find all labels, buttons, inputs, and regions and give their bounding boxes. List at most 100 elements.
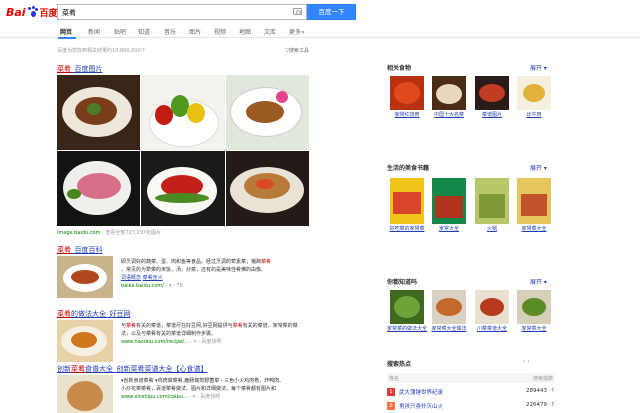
result-title-xinshipu[interactable]: 创新菜肴食谱大全_创新菜肴菜谱大全【心食谱】 bbox=[57, 364, 208, 374]
recipe-label[interactable]: 家常菜大全做法 bbox=[429, 326, 469, 332]
tab-map[interactable]: 地图 bbox=[239, 27, 251, 36]
baike-link[interactable]: 菜肴含义 bbox=[143, 275, 163, 281]
see-all-images-link[interactable]: - 查看全部727,297张图片 bbox=[102, 230, 161, 236]
result-count: 百度为您找到相关结果约10,800,000个 bbox=[57, 48, 146, 54]
search-query: 菜肴 bbox=[62, 9, 76, 17]
book-cover[interactable] bbox=[432, 178, 466, 224]
related-food-title: 相关食物 bbox=[387, 65, 412, 72]
camera-icon[interactable] bbox=[293, 8, 302, 15]
book-label[interactable]: 家常大全 bbox=[429, 226, 469, 232]
book-cover[interactable] bbox=[517, 178, 551, 224]
tab-music[interactable]: 音乐 bbox=[164, 27, 176, 36]
tab-zhidao[interactable]: 知道 bbox=[138, 27, 150, 36]
related-food-label[interactable]: 中国十大名菜 bbox=[429, 112, 469, 118]
baike-thumbnail[interactable] bbox=[57, 256, 113, 298]
expand-related-food[interactable]: 展开 ▾ bbox=[530, 63, 547, 72]
title-text: _百度图片 bbox=[71, 65, 103, 73]
result-url: www.xinshipu.com/caipu... bbox=[121, 394, 188, 400]
recipe-label[interactable]: 川菜菜谱大全 bbox=[472, 326, 512, 332]
tab-tieba[interactable]: 贴吧 bbox=[114, 27, 126, 36]
hot-search-title: 搜索热点 bbox=[387, 361, 412, 368]
hot-search-header: 排名 搜索指数 bbox=[387, 373, 555, 383]
hot-search-row[interactable]: 2 男孩只身扑灭山火 226479 ↑ bbox=[387, 401, 555, 413]
title-keyword: 菜肴 bbox=[57, 310, 71, 318]
book-cover[interactable] bbox=[475, 178, 509, 224]
cache-link[interactable]: - ▾ - 百度快照 bbox=[189, 394, 220, 400]
header: Bai 百度 菜肴 百度一下 bbox=[0, 0, 640, 24]
hot-search-nav[interactable]: ‹ › bbox=[523, 358, 530, 365]
book-label[interactable]: 火锅 bbox=[472, 226, 512, 232]
dish-image[interactable] bbox=[57, 75, 141, 150]
xinshipu-snippet: ▾创新食谱菜肴 ▾鸡肉做菜肴,鹿肠做煎野菌菜 - 三色小火鸡肉卷，炸鸭肉、 小炒… bbox=[121, 377, 307, 401]
recipe-image[interactable] bbox=[432, 290, 466, 324]
recipe-image[interactable] bbox=[475, 290, 509, 324]
arrow-up-icon: ↑ bbox=[550, 402, 555, 408]
cache-link[interactable]: - ▾ - 百度快照 bbox=[191, 339, 222, 345]
hot-search-row[interactable]: 1 武大蒲锤世界纪录 289443 ↑ bbox=[387, 387, 555, 399]
url-arrow[interactable]: - ▾ - 76 bbox=[166, 283, 183, 289]
dish-image[interactable] bbox=[141, 151, 225, 226]
related-food-label[interactable]: 菜谱图片 bbox=[472, 112, 512, 118]
recipe-label[interactable]: 家常菜的做法大全 bbox=[387, 326, 427, 332]
logo-text-left: Bai bbox=[6, 5, 26, 19]
tab-images[interactable]: 图片 bbox=[189, 27, 201, 36]
tab-bar: 网页 新闻 贴吧 知道 音乐 图片 视频 地图 文库 更多» bbox=[0, 24, 640, 38]
tab-more[interactable]: 更多» bbox=[289, 27, 305, 36]
baidu-logo[interactable]: Bai 百度 bbox=[6, 4, 58, 20]
haodou-snippet: 与菜肴有关的菜谱，菜谱尽在好豆网,好豆网提供与菜肴有关的菜谱，家常菜的做法，以及… bbox=[121, 322, 307, 346]
snippet-keyword: 菜肴 bbox=[126, 323, 137, 329]
index-header: 搜索指数 bbox=[532, 376, 553, 382]
book-cover[interactable] bbox=[390, 178, 424, 224]
search-tools-label: 搜索工具 bbox=[288, 48, 309, 54]
title-keyword: 菜肴 bbox=[57, 246, 71, 254]
image-grid bbox=[57, 75, 309, 226]
recipe-image[interactable] bbox=[517, 290, 551, 324]
expand-books[interactable]: 展开 ▾ bbox=[530, 163, 547, 172]
baike-link[interactable]: 词语概念 bbox=[121, 275, 141, 281]
related-food-label[interactable]: 炒牛肉 bbox=[514, 112, 554, 118]
title-keyword: 菜肴 bbox=[57, 65, 71, 73]
dish-image[interactable] bbox=[141, 75, 225, 150]
tab-news[interactable]: 新闻 bbox=[88, 27, 100, 36]
tab-video[interactable]: 视频 bbox=[214, 27, 226, 36]
result-title-haodou[interactable]: 菜肴的做法大全_好豆网 bbox=[57, 309, 131, 319]
hot-search-text[interactable]: 武大蒲锤世界纪录 bbox=[399, 388, 443, 396]
search-index: 289443 bbox=[526, 388, 547, 394]
result-url: www.haodou.com/recipe/... bbox=[121, 339, 189, 345]
result-url: baike.baidu.com/ bbox=[121, 283, 164, 289]
search-input[interactable]: 菜肴 bbox=[57, 4, 307, 20]
xinshipu-thumbnail[interactable] bbox=[57, 375, 113, 413]
tab-web[interactable]: 网页 bbox=[60, 27, 72, 36]
recipe-image[interactable] bbox=[390, 290, 424, 324]
related-food-image[interactable] bbox=[517, 76, 551, 110]
snippet-text: 即烹调好的蔬菜、蛋、肉和鱼等食品。经过烹调的荤素菜；猪蹄 bbox=[121, 259, 262, 265]
related-food-image[interactable] bbox=[475, 76, 509, 110]
related-food-image[interactable] bbox=[432, 76, 466, 110]
paw-icon bbox=[27, 6, 39, 18]
snippet-text: ▾创新食谱菜肴 ▾鸡肉做菜肴,鹿肠做煎野菌菜 - 三色小火鸡肉卷，炸鸭肉、 bbox=[121, 378, 285, 384]
recipe-label[interactable]: 家常菜大全 bbox=[514, 326, 554, 332]
book-label[interactable]: 好吃菜的家常菜 bbox=[387, 226, 427, 232]
dish-image[interactable] bbox=[225, 75, 309, 150]
did-you-know-title: 你都知道吗 bbox=[387, 279, 418, 286]
rank-badge: 2 bbox=[387, 402, 395, 410]
expand-did-you-know[interactable]: 展开 ▾ bbox=[530, 277, 547, 286]
result-title-images[interactable]: 菜肴_百度图片 bbox=[57, 64, 103, 74]
haodou-thumbnail[interactable] bbox=[57, 320, 113, 362]
arrow-up-icon: ↑ bbox=[550, 388, 555, 394]
search-button[interactable]: 百度一下 bbox=[307, 4, 356, 20]
related-food-image[interactable] bbox=[390, 76, 424, 110]
dish-image[interactable] bbox=[225, 151, 309, 226]
search-index: 226479 bbox=[526, 402, 547, 408]
title-keyword: 菜肴 bbox=[71, 365, 85, 373]
url-text: image.baidu.com bbox=[57, 230, 101, 236]
result-title-baike[interactable]: 菜肴_百度百科 bbox=[57, 245, 103, 255]
tab-wenku[interactable]: 文库 bbox=[264, 27, 276, 36]
rank-badge: 1 bbox=[387, 388, 395, 396]
search-tools-button[interactable]: ▽搜索工具 bbox=[285, 47, 309, 54]
related-food-label[interactable]: 家常红烧肉 bbox=[387, 112, 427, 118]
dish-image[interactable] bbox=[57, 151, 141, 226]
book-label[interactable]: 家常菜大全 bbox=[514, 226, 554, 232]
active-tab-indicator bbox=[58, 37, 76, 39]
hot-search-text[interactable]: 男孩只身扑灭山火 bbox=[399, 402, 443, 410]
